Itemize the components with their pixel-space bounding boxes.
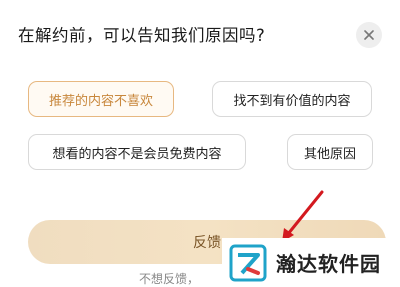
dialog-title: 在解约前，可以告知我们原因吗?	[18, 26, 266, 45]
cancel-reason-dialog: 在解约前，可以告知我们原因吗? 推荐的内容不喜欢 找不到有价值的内容 想看的内容…	[0, 0, 400, 287]
close-icon	[364, 30, 374, 40]
reason-chip-no-valuable-content[interactable]: 找不到有价值的内容	[212, 81, 372, 117]
watermark-logo-icon	[229, 244, 267, 281]
close-button[interactable]	[356, 22, 382, 48]
reason-chip-label: 其他原因	[303, 146, 356, 162]
reason-chip-label: 推荐的内容不喜欢	[48, 93, 153, 109]
reason-chip-dislike-recommendations[interactable]: 推荐的内容不喜欢	[28, 81, 174, 117]
reason-chip-not-free-for-members[interactable]: 想看的内容不是会员免费内容	[28, 134, 246, 170]
reason-chip-label: 想看的内容不是会员免费内容	[52, 146, 222, 162]
skip-feedback-link[interactable]: 不想反馈，	[139, 270, 199, 287]
feedback-button-label: 反馈	[193, 235, 221, 251]
reason-chip-label: 找不到有价值的内容	[233, 93, 351, 109]
reason-chip-other[interactable]: 其他原因	[287, 134, 373, 170]
watermark-text: 瀚达软件园	[276, 252, 381, 276]
watermark: 瀚达软件园	[222, 238, 400, 287]
